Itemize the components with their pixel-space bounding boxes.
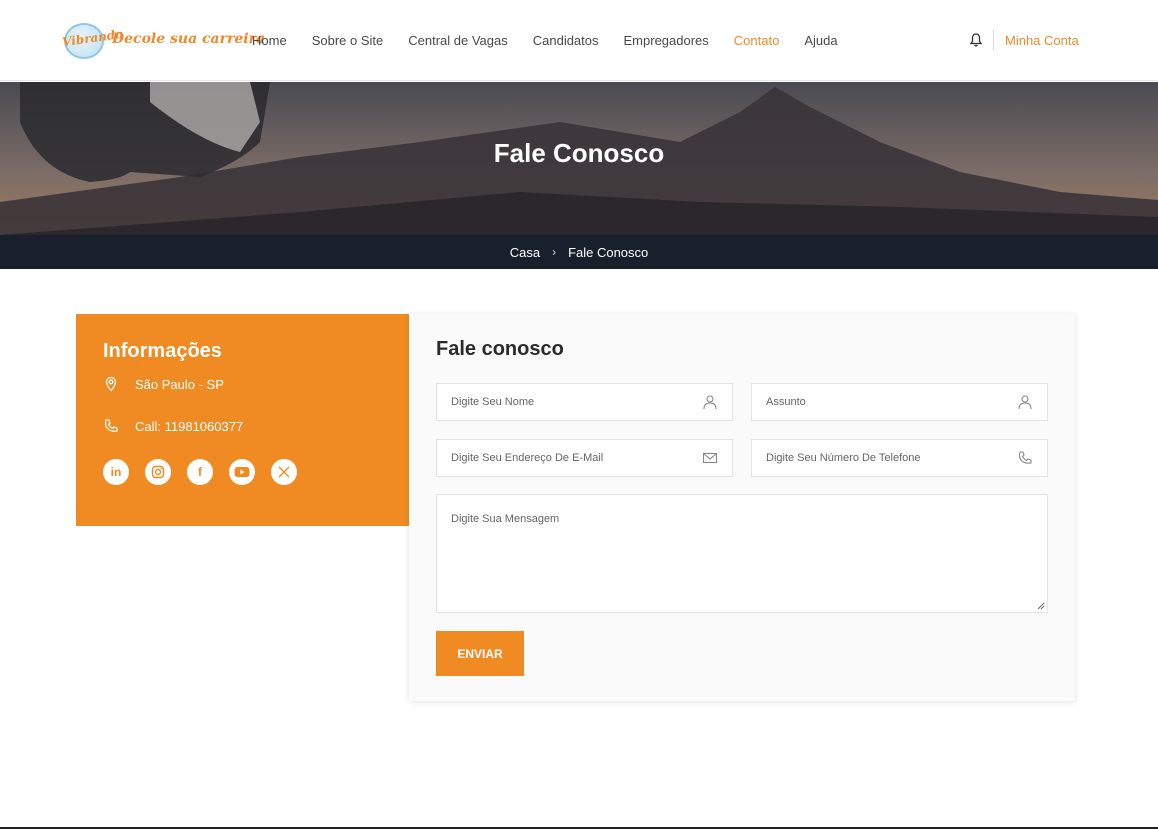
main-nav: Home Sobre o Site Central de Vagas Candi…	[252, 33, 863, 48]
nav-empregadores[interactable]: Empregadores	[624, 33, 709, 48]
phone-input[interactable]	[752, 440, 1047, 476]
facebook-icon[interactable]: f	[187, 459, 213, 485]
location-row: São Paulo - SP	[103, 376, 224, 392]
breadcrumb-home[interactable]: Casa	[510, 245, 540, 260]
phone-text[interactable]: Call: 11981060377	[135, 419, 243, 434]
bell-icon[interactable]	[968, 32, 984, 48]
nav-ajuda[interactable]: Ajuda	[804, 33, 837, 48]
phone-row: Call: 11981060377	[103, 418, 243, 434]
header-divider	[993, 30, 994, 50]
nav-central-vagas[interactable]: Central de Vagas	[408, 33, 508, 48]
nav-contato[interactable]: Contato	[734, 33, 780, 48]
page-title: Fale Conosco	[493, 138, 665, 168]
form-title: Fale conosco	[436, 338, 564, 360]
email-input[interactable]	[437, 440, 732, 476]
envelope-icon	[702, 452, 718, 464]
location-text: São Paulo - SP	[135, 376, 224, 392]
message-field-wrapper	[436, 494, 1048, 613]
logo-tagline: Decole sua carreira	[112, 31, 266, 47]
breadcrumb-current: Fale Conosco	[568, 244, 649, 260]
instagram-icon[interactable]	[145, 459, 171, 485]
name-field-wrapper	[436, 383, 733, 421]
linkedin-icon[interactable]: in	[103, 459, 129, 485]
map-pin-icon	[105, 376, 117, 392]
subject-field-wrapper	[751, 383, 1048, 421]
submit-button[interactable]: ENVIAR	[436, 631, 524, 676]
phone-icon	[104, 419, 118, 432]
breadcrumb: Casa › Fale Conosco	[0, 235, 1158, 269]
info-card: Informações São Paulo - SP Call: 1198106…	[76, 314, 409, 526]
phone-icon	[1018, 451, 1032, 464]
youtube-icon[interactable]	[229, 459, 255, 485]
name-input[interactable]	[437, 384, 732, 420]
nav-sobre[interactable]: Sobre o Site	[312, 33, 384, 48]
message-textarea[interactable]	[437, 495, 1047, 612]
chevron-right-icon: ›	[552, 245, 557, 259]
x-icon[interactable]	[271, 459, 297, 485]
phone-field-wrapper	[751, 439, 1048, 477]
user-icon	[703, 395, 717, 410]
subject-input[interactable]	[752, 384, 1047, 420]
site-logo[interactable]: Vibrando Decole sua carreira	[61, 22, 265, 60]
email-field-wrapper	[436, 439, 733, 477]
hero-banner: Fale Conosco	[0, 82, 1158, 235]
contact-form: Fale conosco ENVIAR	[409, 314, 1075, 701]
site-header: Vibrando Decole sua carreira Home Sobre …	[0, 0, 1158, 81]
social-links: in f	[103, 459, 297, 485]
info-title: Informações	[103, 340, 222, 362]
nav-home[interactable]: Home	[252, 33, 287, 48]
my-account-link[interactable]: Minha Conta	[1005, 33, 1079, 48]
nav-candidatos[interactable]: Candidatos	[533, 33, 599, 48]
user-icon	[1018, 395, 1032, 410]
resize-handle-icon[interactable]	[1037, 602, 1045, 610]
